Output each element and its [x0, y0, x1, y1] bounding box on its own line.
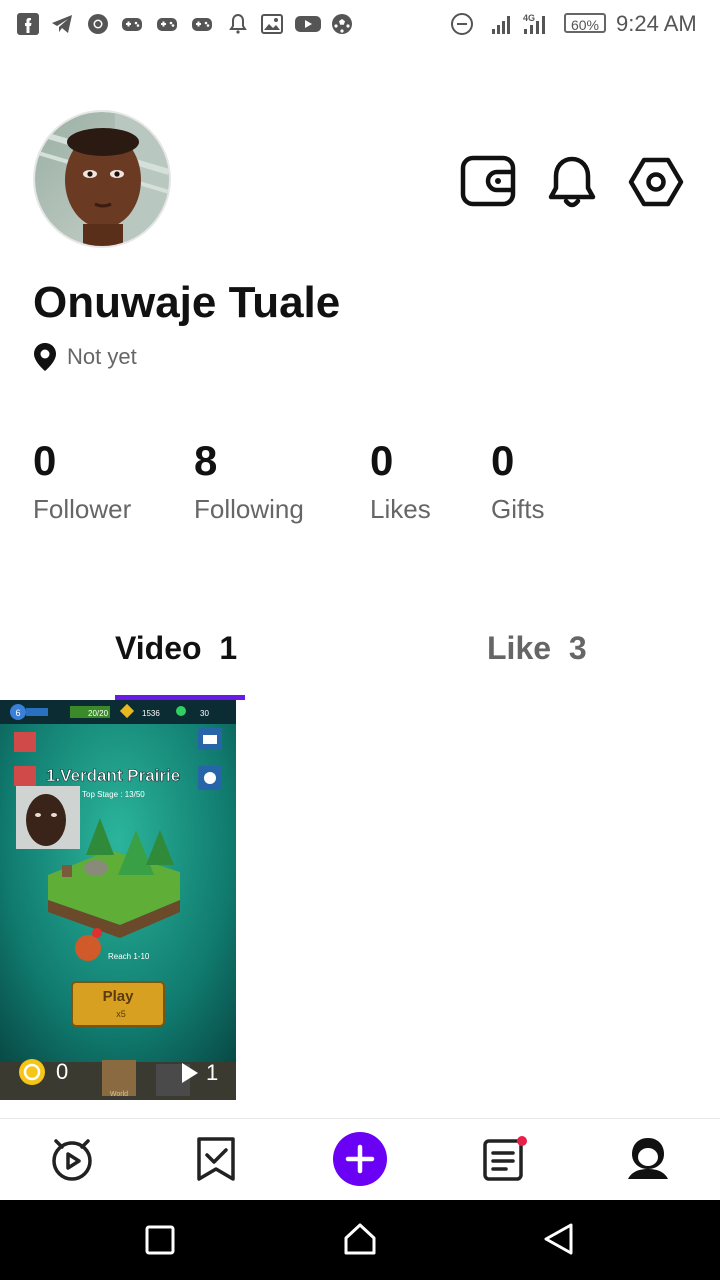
signal-4g-icon: 4G — [523, 13, 545, 34]
svg-text:30: 30 — [200, 709, 209, 718]
svg-text:1536: 1536 — [142, 709, 160, 718]
wallet-icon[interactable] — [460, 154, 516, 210]
location-text: Not yet — [67, 344, 137, 369]
image-icon — [261, 14, 283, 34]
svg-text:World: World — [110, 1091, 128, 1098]
bottom-nav — [0, 1119, 720, 1200]
battery-indicator: 60% — [564, 13, 606, 33]
game-icon — [192, 18, 212, 31]
soccer-ball-icon — [332, 14, 352, 34]
telegram-icon — [52, 15, 72, 33]
chrome-icon — [88, 14, 108, 34]
dnd-icon — [451, 13, 473, 35]
stat-following[interactable]: 8 Following — [194, 438, 304, 525]
svg-text:20/20: 20/20 — [88, 709, 109, 718]
video-likes-count: 0 — [56, 1059, 69, 1084]
facebook-icon — [17, 13, 39, 35]
stat-value: 8 — [194, 437, 218, 484]
settings-icon[interactable] — [628, 154, 684, 210]
clock: 9:24 AM — [616, 11, 697, 36]
play-icon — [182, 1063, 198, 1083]
bell-outline-icon — [229, 13, 247, 34]
youtube-icon — [295, 16, 321, 32]
stat-gifts[interactable]: 0 Gifts — [491, 438, 544, 525]
stat-value: 0 — [33, 437, 57, 484]
game-icon — [157, 18, 177, 31]
tab-video[interactable]: Video 1 — [115, 630, 237, 667]
stat-label: Gifts — [491, 494, 545, 524]
stat-likes[interactable]: 0 Likes — [370, 438, 431, 525]
tab-like[interactable]: Like 3 — [487, 630, 587, 667]
tab-count: 1 — [219, 630, 238, 666]
stat-label: Follower — [33, 494, 132, 524]
svg-text:Reach 1-10: Reach 1-10 — [108, 952, 150, 961]
back-icon[interactable] — [542, 1222, 576, 1256]
avatar-photo — [35, 112, 169, 246]
notes-icon[interactable] — [480, 1135, 528, 1183]
create-button[interactable] — [332, 1131, 388, 1187]
video-likes: 0 — [18, 1058, 68, 1086]
signal-icon — [492, 16, 510, 34]
avatar[interactable] — [33, 110, 171, 248]
location: Not yet — [33, 342, 137, 372]
location-pin-icon — [34, 343, 56, 371]
video-plays-count: 1 — [206, 1060, 219, 1085]
coin-icon — [19, 1059, 45, 1085]
stat-followers[interactable]: 0 Follower — [33, 438, 131, 525]
home-icon[interactable] — [48, 1135, 96, 1183]
svg-text:4G: 4G — [523, 13, 535, 23]
system-nav-bar — [0, 1200, 720, 1280]
svg-text:1.Verdant Prairie: 1.Verdant Prairie — [46, 766, 180, 785]
stat-label: Likes — [370, 494, 431, 524]
tab-label: Video — [115, 630, 202, 666]
home-system-icon[interactable] — [343, 1222, 377, 1256]
bookmark-icon[interactable] — [192, 1135, 240, 1183]
video-thumbnail: 6 20/20 1536 30 1.Verdant Prairie Top St… — [0, 700, 236, 1100]
stat-value: 0 — [491, 437, 515, 484]
tab-label: Like — [487, 630, 552, 666]
svg-text:Play: Play — [103, 988, 135, 1005]
video-card[interactable]: 6 20/20 1536 30 1.Verdant Prairie Top St… — [0, 700, 236, 1100]
profile-icon[interactable] — [624, 1135, 672, 1183]
svg-text:Top Stage : 13/50: Top Stage : 13/50 — [82, 790, 145, 799]
stat-label: Following — [194, 494, 304, 524]
stat-value: 0 — [370, 437, 394, 484]
tab-count: 3 — [568, 630, 587, 666]
game-icon — [122, 18, 142, 31]
bell-icon[interactable] — [544, 154, 600, 210]
svg-text:6: 6 — [15, 708, 20, 718]
status-bar: 4G 60% 9:24 AM — [0, 0, 720, 50]
video-plays: 1 — [180, 1060, 218, 1086]
recents-icon[interactable] — [144, 1224, 176, 1256]
profile-name: Onuwaje Tuale — [33, 278, 341, 327]
svg-text:x5: x5 — [116, 1009, 126, 1019]
